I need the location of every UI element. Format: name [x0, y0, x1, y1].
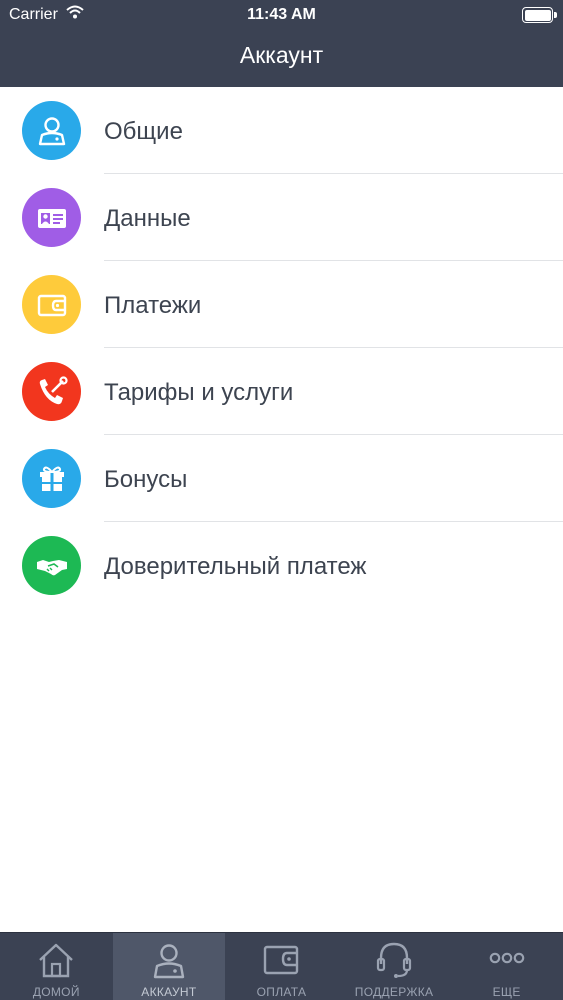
menu-item-general[interactable]: Общие [0, 87, 563, 174]
menu-item-payments[interactable]: Платежи [0, 261, 563, 348]
status-time: 11:43 AM [247, 6, 316, 23]
wallet-icon [22, 275, 81, 334]
status-bar: Carrier 11:43 AM [0, 0, 563, 30]
tab-label: ДОМОЙ [32, 985, 80, 999]
menu-item-label: Доверительный платеж [104, 553, 367, 580]
gift-icon [22, 449, 81, 508]
account-menu: Общие Данные Платежи Тарифы и услуги Бон… [0, 87, 563, 609]
battery-icon [522, 7, 553, 23]
tab-more[interactable]: ЕЩЕ [450, 933, 563, 1000]
phone-wrench-icon [22, 362, 81, 421]
tab-label: ОПЛАТА [256, 985, 307, 999]
tab-account[interactable]: АККАУНТ [112, 933, 226, 1000]
menu-item-label: Бонусы [104, 466, 188, 493]
home-icon [0, 939, 113, 981]
menu-item-trust-payment[interactable]: Доверительный платеж [0, 522, 563, 609]
menu-item-label: Тарифы и услуги [104, 379, 294, 406]
menu-item-tariffs[interactable]: Тарифы и услуги [0, 348, 563, 435]
headset-icon [338, 939, 451, 981]
tab-payment[interactable]: ОПЛАТА [225, 933, 338, 1000]
tab-label: АККАУНТ [141, 985, 197, 999]
tab-label: ПОДДЕРЖКА [354, 985, 434, 999]
wallet-icon [225, 939, 338, 981]
menu-item-data[interactable]: Данные [0, 174, 563, 261]
tab-home[interactable]: ДОМОЙ [0, 933, 113, 1000]
tab-bar: ДОМОЙ АККАУНТ ОПЛАТА ПОДДЕРЖКА ЕЩЕ [0, 932, 563, 1000]
handshake-icon [22, 536, 81, 595]
more-icon [450, 939, 563, 981]
tab-support[interactable]: ПОДДЕРЖКА [338, 933, 451, 1000]
menu-item-bonuses[interactable]: Бонусы [0, 435, 563, 522]
account-icon [113, 939, 226, 981]
id-card-icon [22, 188, 81, 247]
navigation-header: Carrier 11:43 AM Аккаунт [0, 0, 563, 87]
page-title: Аккаунт [239, 42, 324, 68]
tab-label: ЕЩЕ [492, 985, 521, 999]
menu-item-label: Данные [104, 205, 191, 232]
battery-cap [554, 12, 557, 18]
menu-item-label: Платежи [104, 292, 202, 319]
user-icon [22, 101, 81, 160]
menu-item-label: Общие [104, 118, 183, 145]
